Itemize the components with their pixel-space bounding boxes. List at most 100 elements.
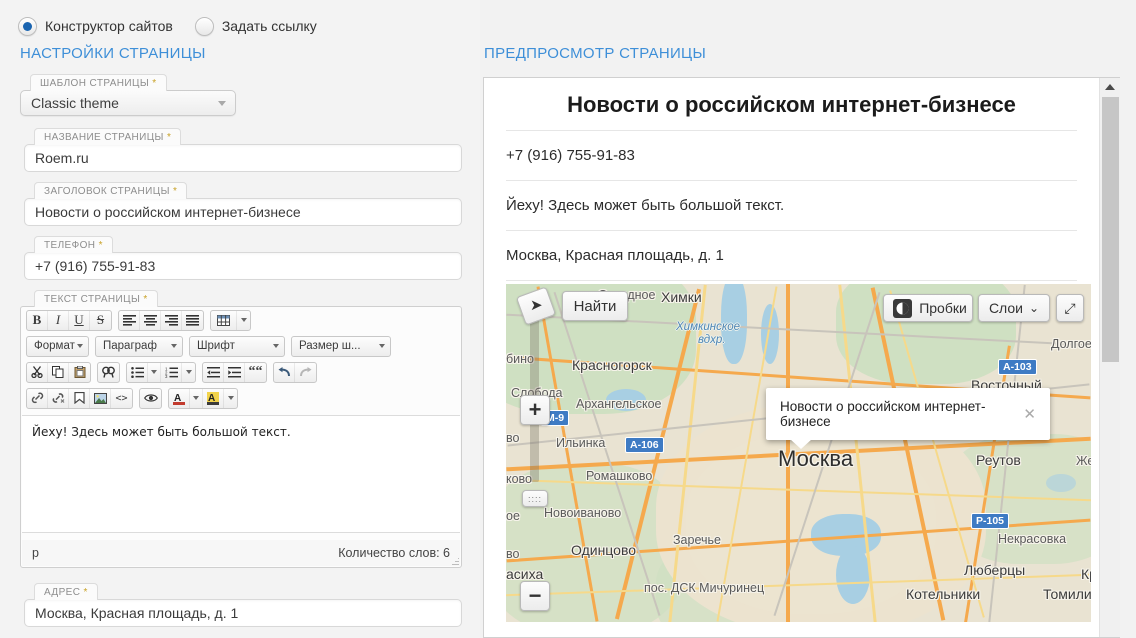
color-group: A A [168,388,238,409]
text-color-icon[interactable]: A [169,389,190,408]
list-group: 123 [126,362,196,383]
field-template-legend: ШАБЛОН СТРАНИЦЫ * [30,74,167,91]
field-phone-legend: ТЕЛЕФОН * [34,236,113,253]
chevron-down-icon: ⌄ [1029,304,1039,312]
zoom-slider-handle[interactable]: :::: [522,490,548,507]
blockquote-icon[interactable]: ““ [245,363,266,382]
map-container[interactable]: ОтрадноеХимкиХимкинскоевдхр.Долгое Лбино… [484,284,1099,622]
traffic-label: Пробки [919,300,967,316]
insert-group: <> [26,388,133,409]
layers-button[interactable]: Слои ⌄ [978,294,1050,322]
indent-group: ““ [202,362,267,383]
indent-icon[interactable] [224,363,245,382]
numbered-list-icon[interactable]: 123 [161,363,182,382]
copy-icon[interactable] [48,363,69,382]
preview-page-title: Новости о российском интернет-бизнесе [506,92,1077,118]
font-size-select-label: Размер ш... [299,340,361,352]
history-group [273,362,317,383]
format-select-label: Формат [34,340,75,352]
background-color-icon[interactable]: A [203,389,224,408]
traffic-button[interactable]: Пробки [883,294,973,322]
editor-resize-handle[interactable] [450,556,459,565]
map-balloon-text: Новости о российском интернет-бизнесе [780,399,1013,429]
find-replace-icon[interactable] [98,363,119,382]
radio-set-link-dot[interactable] [195,17,214,36]
fullscreen-icon: ⤢ [1064,300,1075,317]
radio-set-link-label: Задать ссылку [222,18,317,34]
bold-icon[interactable]: B [27,311,48,330]
font-select[interactable]: Шрифт [189,336,285,357]
redo-icon[interactable] [295,363,316,382]
insert-image-icon[interactable] [90,389,111,408]
align-right-icon[interactable] [161,311,182,330]
preview-text: Йеху! Здесь может быть большой текст. [506,181,1077,230]
cut-icon[interactable] [27,363,48,382]
fullscreen-button[interactable]: ⤢ [1056,294,1084,322]
background-color-dropdown-icon[interactable] [224,389,237,408]
preview-icon[interactable] [140,389,161,408]
map-balloon[interactable]: Новости о российском интернет-бизнесе ✕ [766,388,1050,440]
traffic-light-icon [893,299,912,318]
radio-site-builder[interactable]: Конструктор сайтов [18,17,173,36]
outdent-icon[interactable] [203,363,224,382]
underline-icon[interactable]: U [69,311,90,330]
table-dropdown-icon[interactable] [237,311,250,330]
editor-toolbar-row-1: B I U S [21,307,461,333]
paragraph-select[interactable]: Параграф [95,336,183,357]
radio-site-builder-dot[interactable] [18,17,37,36]
plus-icon: + [529,400,542,420]
layers-label: Слои [989,300,1023,316]
unlink-icon[interactable] [48,389,69,408]
preview-divider-4 [506,280,1077,281]
numbered-list-dropdown-icon[interactable] [182,363,195,382]
chevron-down-icon [218,101,226,106]
scrollbar-thumb[interactable] [1102,97,1119,362]
zoom-out-button[interactable]: − [520,581,550,611]
find-group [97,362,120,383]
map-search-button[interactable]: Найти [562,291,628,321]
preview-scrollbar[interactable] [1099,78,1120,637]
bullet-list-icon[interactable] [127,363,148,382]
insert-link-icon[interactable] [27,389,48,408]
editor-toolbar-row-3: 123 ““ [21,359,461,385]
page-heading-input[interactable]: Новости о российском интернет-бизнесе [24,198,462,226]
page-preview-title: ПРЕДПРОСМОТР СТРАНИЦЫ [484,45,706,62]
zoom-slider-track[interactable] [530,302,539,482]
editor-path-indicator[interactable]: p [32,546,39,560]
field-page-text-legend: ТЕКСТ СТРАНИЦЫ * [34,290,158,307]
preview-content: Новости о российском интернет-бизнесе +7… [484,78,1099,637]
editor-status-bar: p Количество слов: 6 [22,540,460,566]
preview-group [139,388,162,409]
scroll-up-button[interactable] [1100,78,1120,96]
close-icon[interactable]: ✕ [1023,405,1036,423]
anchor-icon[interactable] [69,389,90,408]
minus-icon: − [529,586,542,606]
font-size-select[interactable]: Размер ш... [291,336,391,357]
text-color-dropdown-icon[interactable] [190,389,203,408]
source-code-icon[interactable]: <> [111,389,132,408]
paste-icon[interactable] [69,363,90,382]
template-select[interactable]: Classic theme [20,90,236,116]
address-input[interactable]: Москва, Красная площадь, д. 1 [24,599,462,627]
align-justify-icon[interactable] [182,311,203,330]
align-left-icon[interactable] [119,311,140,330]
format-select[interactable]: Формат [26,336,89,357]
page-name-input[interactable]: Roem.ru [24,144,462,172]
align-center-icon[interactable] [140,311,161,330]
editor-content-text: Йеху! Здесь может быть большой текст. [32,425,291,439]
map-road-shield: A-103 [998,359,1037,375]
strikethrough-icon[interactable]: S [90,311,111,330]
editor-word-count: Количество слов: 6 [338,546,450,560]
phone-input[interactable]: +7 (916) 755-91-83 [24,252,462,280]
template-select-value: Classic theme [31,95,119,111]
radio-set-link[interactable]: Задать ссылку [195,17,317,36]
zoom-in-button[interactable]: + [520,395,550,425]
map-canvas[interactable]: ОтрадноеХимкиХимкинскоевдхр.Долгое Лбино… [506,284,1091,622]
undo-icon[interactable] [274,363,295,382]
table-group [210,310,251,331]
italic-icon[interactable]: I [48,311,69,330]
bullet-list-dropdown-icon[interactable] [148,363,161,382]
table-icon[interactable] [211,311,237,330]
field-page-name-legend: НАЗВАНИЕ СТРАНИЦЫ * [34,128,181,145]
editor-content-area[interactable]: Йеху! Здесь может быть большой текст. [22,415,460,533]
